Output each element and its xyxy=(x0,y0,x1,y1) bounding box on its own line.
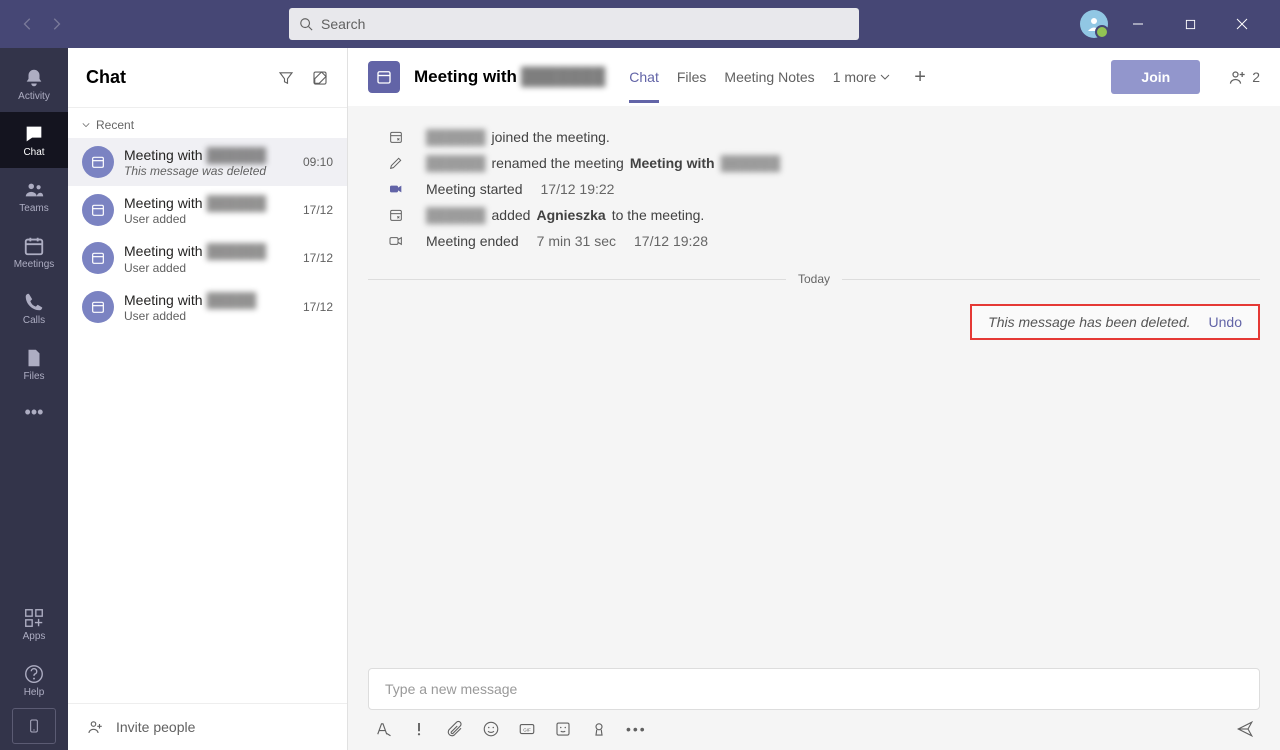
video-icon xyxy=(386,181,406,197)
system-message: ██████renamed the meetingMeeting with███… xyxy=(368,150,1260,176)
system-message: Meeting started17/12 19:22 xyxy=(368,176,1260,202)
main-panel: Meeting with ███████ Chat Files Meeting … xyxy=(348,48,1280,750)
chevron-down-icon xyxy=(82,121,90,129)
meeting-icon xyxy=(368,61,400,93)
conversation-time: 17/12 xyxy=(303,300,333,314)
tab-more[interactable]: 1 more xyxy=(833,51,891,103)
conversation-item[interactable]: Meeting with██████This message was delet… xyxy=(68,138,347,186)
sticker-icon[interactable] xyxy=(554,720,572,738)
invite-people[interactable]: Invite people xyxy=(68,703,347,750)
profile-avatar[interactable] xyxy=(1080,10,1108,38)
more-icon[interactable]: ••• xyxy=(626,721,647,737)
rail-calls[interactable]: Calls xyxy=(0,280,68,336)
chevron-down-icon xyxy=(880,72,890,82)
undo-link[interactable]: Undo xyxy=(1209,314,1242,330)
system-message: ██████addedAgnieszkato the meeting. xyxy=(368,202,1260,228)
gif-icon[interactable]: GIF xyxy=(518,720,536,738)
join-icon xyxy=(386,207,406,223)
nav-back[interactable] xyxy=(16,12,40,36)
titlebar: Search xyxy=(0,0,1280,48)
date-divider: Today xyxy=(368,272,1260,286)
send-icon[interactable] xyxy=(1236,720,1254,738)
rail-more[interactable]: ••• xyxy=(0,392,68,432)
message-input[interactable]: Type a new message xyxy=(368,668,1260,710)
chat-sidebar: Chat Recent Meeting with██████This messa… xyxy=(68,48,348,750)
priority-icon[interactable] xyxy=(410,720,428,738)
recent-section[interactable]: Recent xyxy=(68,108,347,138)
deleted-message: This message has been deleted. Undo xyxy=(970,304,1260,340)
app-rail: Activity Chat Teams Meetings Calls Files… xyxy=(0,48,68,750)
search-input[interactable]: Search xyxy=(289,8,859,40)
meeting-icon xyxy=(82,291,114,323)
deleted-text: This message has been deleted. xyxy=(988,314,1190,330)
pencil-icon xyxy=(386,155,406,171)
rail-teams[interactable]: Teams xyxy=(0,168,68,224)
invite-icon xyxy=(86,718,104,736)
rail-apps[interactable]: Apps xyxy=(0,596,68,652)
window-close[interactable] xyxy=(1220,8,1264,40)
system-message: Meeting ended7 min 31 sec17/12 19:28 xyxy=(368,228,1260,254)
attach-icon[interactable] xyxy=(446,720,464,738)
filter-icon[interactable] xyxy=(277,69,295,87)
meeting-icon xyxy=(82,242,114,274)
chat-title: Meeting with ███████ xyxy=(414,67,605,87)
rail-mobile[interactable] xyxy=(12,708,56,744)
window-minimize[interactable] xyxy=(1116,8,1160,40)
nav-forward[interactable] xyxy=(44,12,68,36)
conversation-time: 09:10 xyxy=(303,155,333,169)
meeting-icon xyxy=(82,194,114,226)
conversation-item[interactable]: Meeting with██████User added 17/12 xyxy=(68,186,347,234)
format-icon[interactable] xyxy=(374,720,392,738)
rail-meetings[interactable]: Meetings xyxy=(0,224,68,280)
rail-help[interactable]: Help xyxy=(0,652,68,708)
conversation-item[interactable]: Meeting with██████User added 17/12 xyxy=(68,234,347,282)
conversation-item[interactable]: Meeting with█████User added 17/12 xyxy=(68,283,347,331)
rail-chat[interactable]: Chat xyxy=(0,112,68,168)
rail-files[interactable]: Files xyxy=(0,336,68,392)
tab-files[interactable]: Files xyxy=(677,51,707,103)
join-icon xyxy=(386,129,406,145)
participants-button[interactable]: 2 xyxy=(1228,67,1260,87)
compose-area: Type a new message GIF ••• xyxy=(348,658,1280,750)
svg-text:GIF: GIF xyxy=(523,727,531,732)
window-maximize[interactable] xyxy=(1168,8,1212,40)
chat-header: Meeting with ███████ Chat Files Meeting … xyxy=(348,48,1280,106)
sidebar-title: Chat xyxy=(86,67,126,88)
conversation-time: 17/12 xyxy=(303,203,333,217)
search-placeholder: Search xyxy=(321,16,365,32)
system-message: ██████joined the meeting. xyxy=(368,124,1260,150)
new-chat-icon[interactable] xyxy=(311,69,329,87)
emoji-icon[interactable] xyxy=(482,720,500,738)
meeting-icon xyxy=(82,146,114,178)
videoend-icon xyxy=(386,233,406,249)
search-icon xyxy=(299,17,313,31)
add-tab-button[interactable]: + xyxy=(914,66,926,89)
tab-meeting-notes[interactable]: Meeting Notes xyxy=(724,51,814,103)
tab-chat[interactable]: Chat xyxy=(629,51,659,103)
participants-icon xyxy=(1228,67,1248,87)
conversation-time: 17/12 xyxy=(303,251,333,265)
join-button[interactable]: Join xyxy=(1111,60,1200,94)
praise-icon[interactable] xyxy=(590,720,608,738)
message-timeline: ██████joined the meeting.██████renamed t… xyxy=(348,106,1280,658)
rail-activity[interactable]: Activity xyxy=(0,56,68,112)
